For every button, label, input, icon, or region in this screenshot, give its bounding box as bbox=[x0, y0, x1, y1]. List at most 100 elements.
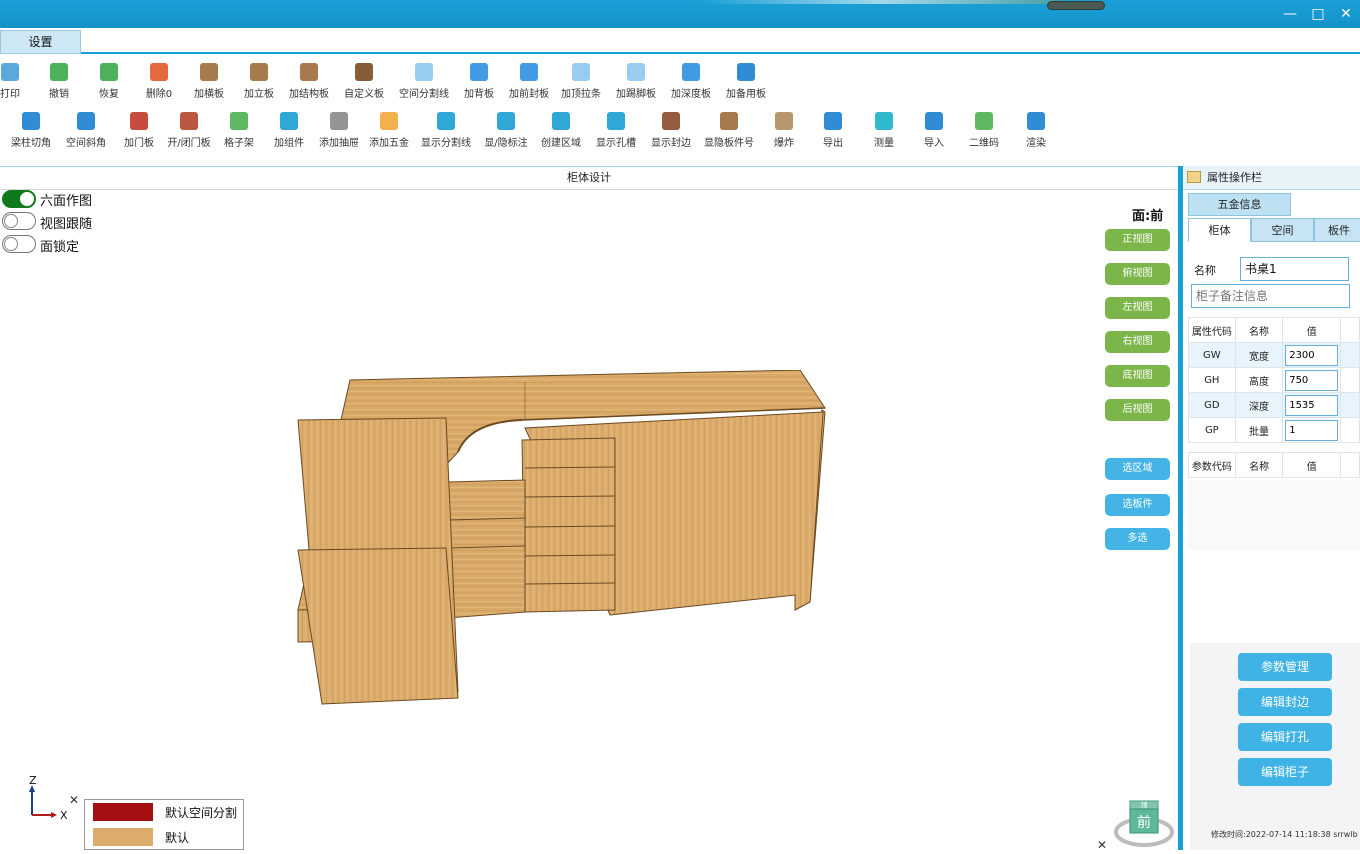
3d-viewport[interactable]: 六面作图 视图跟随 面锁定 面:前 正视图 俯视图 左视图 右视图 底视图 后视… bbox=[0, 190, 1178, 852]
cabinet-note-field[interactable] bbox=[1191, 284, 1350, 308]
axis-indicator: Z X bbox=[29, 775, 68, 822]
qrcode-icon bbox=[975, 112, 993, 130]
toolbar-button-space-bevel[interactable]: 空间斜角 bbox=[56, 112, 116, 149]
select-region-button[interactable]: 选区域 bbox=[1105, 458, 1170, 480]
toolbar-button-show-holes[interactable]: 显示孔槽 bbox=[586, 112, 646, 149]
param-manage-button[interactable]: 参数管理 bbox=[1238, 653, 1332, 681]
tab-board[interactable]: 板件 bbox=[1314, 218, 1360, 242]
toolbar-button-qrcode[interactable]: 二维码 bbox=[954, 112, 1014, 149]
toolbar-label: 添加五金 bbox=[369, 138, 409, 149]
tab-cabinet[interactable]: 柜体 bbox=[1188, 218, 1251, 242]
action-box: 参数管理 编辑封边 编辑打孔 编辑柜子 修改时间:2022-07-14 11:1… bbox=[1190, 643, 1360, 850]
view-follow-label: 视图跟随 bbox=[40, 217, 93, 232]
toolbar-button-spare-board[interactable]: 加备用板 bbox=[716, 63, 776, 100]
legend-close-icon[interactable]: ✕ bbox=[69, 793, 79, 807]
cube-top-label: 顶 bbox=[1141, 802, 1148, 810]
toolbar-label: 空间斜角 bbox=[66, 138, 106, 149]
panel-header: 属性操作栏 bbox=[1183, 166, 1360, 190]
right-view-button[interactable]: 右视图 bbox=[1105, 331, 1170, 353]
attr-name: 高度 bbox=[1234, 367, 1284, 393]
measure-icon bbox=[875, 112, 893, 130]
title-decoration bbox=[700, 0, 1060, 4]
toolbar-button-space-divider[interactable]: 空间分割线 bbox=[394, 63, 454, 100]
attribute-header-row: 属性代码 名称 值 bbox=[1188, 317, 1360, 343]
toolbar-label: 显/隐标注 bbox=[484, 138, 528, 149]
left-view-button[interactable]: 左视图 bbox=[1105, 297, 1170, 319]
attr-value-input[interactable] bbox=[1285, 344, 1339, 366]
toolbar-label: 显隐板件号 bbox=[704, 138, 754, 149]
toolbar-button-top-strip[interactable]: 加顶拉条 bbox=[551, 63, 611, 100]
toolbar-label: 加前封板 bbox=[509, 89, 549, 100]
properties-panel: 属性操作栏 五金信息 柜体 空间 板件 名称 书桌1 属性代码 名称 值 GW … bbox=[1183, 166, 1360, 850]
attr-code: GD bbox=[1188, 392, 1236, 418]
drawer-icon bbox=[330, 112, 348, 130]
cube-front-label: 前 bbox=[1137, 814, 1151, 831]
toolbar-button-render[interactable]: 渲染 bbox=[1006, 112, 1066, 149]
navigation-cube[interactable]: 顶 前 bbox=[1114, 795, 1174, 850]
settings-tab[interactable]: 设置 bbox=[0, 30, 81, 54]
six-face-label: 六面作图 bbox=[40, 194, 93, 209]
maximize-button[interactable]: □ bbox=[1304, 4, 1332, 24]
toolbar-button-hardware[interactable]: 添加五金 bbox=[359, 112, 419, 149]
custom-board-icon bbox=[355, 63, 373, 81]
render-icon bbox=[1027, 112, 1045, 130]
menu-bar: 设置 bbox=[0, 28, 1360, 54]
edit-drill-button[interactable]: 编辑打孔 bbox=[1238, 723, 1332, 751]
toolbar-button-beam-cut[interactable]: 梁柱切角 bbox=[1, 112, 61, 149]
modified-time: 修改时间:2022-07-14 11:18:38 srrwlb bbox=[1211, 830, 1358, 839]
export-icon bbox=[824, 112, 842, 130]
back-board-icon bbox=[470, 63, 488, 81]
board-number-icon bbox=[720, 112, 738, 130]
front-seal-icon bbox=[520, 63, 538, 81]
component-icon bbox=[280, 112, 298, 130]
attribute-table: 属性代码 名称 值 GW 宽度 GH 高度 GD 深度 GP 批量 bbox=[1188, 317, 1360, 443]
select-board-button[interactable]: 选板件 bbox=[1105, 494, 1170, 516]
face-lock-toggle[interactable] bbox=[2, 235, 36, 253]
toolbar-button-kickboard[interactable]: 加踢脚板 bbox=[606, 63, 666, 100]
name-label: 名称 bbox=[1194, 264, 1216, 277]
toolbar-button-create-region[interactable]: 创建区域 bbox=[531, 112, 591, 149]
panel-edit-icon bbox=[1187, 171, 1201, 183]
parameter-list[interactable] bbox=[1188, 480, 1360, 550]
bottom-view-button[interactable]: 底视图 bbox=[1105, 365, 1170, 387]
attr-code: GP bbox=[1188, 417, 1236, 443]
toolbar-label: 自定义板 bbox=[344, 89, 384, 100]
front-view-button[interactable]: 正视图 bbox=[1105, 229, 1170, 251]
attr-value-input[interactable] bbox=[1285, 394, 1339, 416]
attr-value-input[interactable] bbox=[1285, 369, 1339, 391]
back-view-button[interactable]: 后视图 bbox=[1105, 399, 1170, 421]
table-row: GP 批量 bbox=[1188, 417, 1360, 443]
minimize-button[interactable]: — bbox=[1276, 4, 1304, 24]
tab-space[interactable]: 空间 bbox=[1251, 218, 1314, 242]
toolbar-button-structure-board[interactable]: 加结构板 bbox=[279, 63, 339, 100]
open-close-door-icon bbox=[180, 112, 198, 130]
legend-swatch-default bbox=[93, 828, 153, 846]
view-follow-toggle[interactable] bbox=[2, 212, 36, 230]
show-edge-icon bbox=[662, 112, 680, 130]
attr-value-input[interactable] bbox=[1285, 419, 1339, 441]
redo-icon bbox=[100, 63, 118, 81]
toolbar-label: 加顶拉条 bbox=[561, 89, 601, 100]
toolbar-button-board-number[interactable]: 显隐板件号 bbox=[699, 112, 759, 149]
toolbar-button-custom-board[interactable]: 自定义板 bbox=[334, 63, 394, 100]
edit-cabinet-button[interactable]: 编辑柜子 bbox=[1238, 758, 1332, 786]
toolbar-button-front-seal[interactable]: 加前封板 bbox=[499, 63, 559, 100]
top-view-button[interactable]: 俯视图 bbox=[1105, 263, 1170, 285]
spare-board-icon bbox=[737, 63, 755, 81]
cabinet-name-field[interactable]: 书桌1 bbox=[1240, 257, 1349, 281]
multi-select-button[interactable]: 多选 bbox=[1105, 528, 1170, 550]
toolbar-button-depth-board[interactable]: 加深度板 bbox=[661, 63, 721, 100]
desk-model[interactable] bbox=[290, 370, 835, 705]
table-row: GW 宽度 bbox=[1188, 342, 1360, 368]
toolbar-button-show-edge[interactable]: 显示封边 bbox=[641, 112, 701, 149]
attr-code: GW bbox=[1188, 342, 1236, 368]
current-face-label: 面:前 bbox=[1132, 209, 1164, 224]
edit-edge-button[interactable]: 编辑封边 bbox=[1238, 688, 1332, 716]
toolbar-button-toggle-annotation[interactable]: 显/隐标注 bbox=[476, 112, 536, 149]
six-face-toggle[interactable] bbox=[2, 190, 36, 208]
table-row: GH 高度 bbox=[1188, 367, 1360, 393]
panel-tabs: 柜体 空间 板件 bbox=[1188, 218, 1360, 242]
close-button[interactable]: ✕ bbox=[1332, 4, 1360, 24]
toolbar-button-show-divider[interactable]: 显示分割线 bbox=[416, 112, 476, 149]
tab-hardware-info[interactable]: 五金信息 bbox=[1188, 193, 1291, 216]
